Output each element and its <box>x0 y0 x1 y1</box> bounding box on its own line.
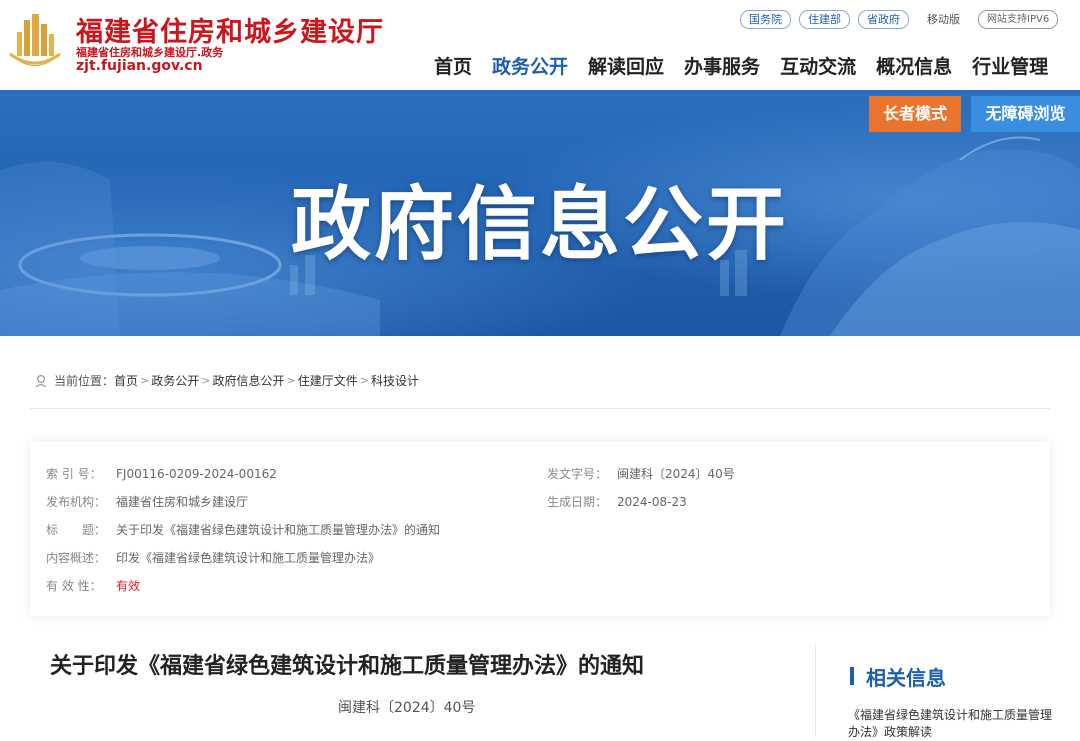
info-org-row: 发布机构： 福建省住房和城乡建设厅 <box>46 493 248 510</box>
info-title-value: 关于印发《福建省绿色建筑设计和施工质量管理办法》的通知 <box>116 523 441 537</box>
info-org-label: 发布机构： <box>46 495 107 509</box>
info-date-row: 生成日期： 2024-08-23 <box>547 493 687 510</box>
breadcrumb-divider <box>30 408 1050 409</box>
related-info-title: 相关信息 <box>866 666 946 690</box>
main-nav: 首页 政务公开 解读回应 办事服务 互动交流 概况信息 行业管理 <box>424 52 1058 82</box>
location-pin-icon <box>35 374 47 388</box>
banner-title: 政府信息公开 <box>291 178 789 271</box>
breadcrumb-separator-icon: > <box>286 374 296 387</box>
nav-item-home[interactable]: 首页 <box>424 52 482 82</box>
breadcrumb-dept-docs[interactable]: 住建厅文件 <box>298 372 358 389</box>
breadcrumb-separator-icon: > <box>140 374 150 387</box>
info-index-value: FJ00116-0209-2024-00162 <box>116 467 277 481</box>
breadcrumb: 当前位置： 首页 > 政务公开 > 政府信息公开 > 住建厅文件 > 科技设计 <box>34 372 419 389</box>
breadcrumb-separator-icon: > <box>359 374 369 387</box>
article-doc-number: 闽建科〔2024〕40号 <box>338 700 476 716</box>
nav-item-interpretation[interactable]: 解读回应 <box>578 52 674 82</box>
info-valid-value: 有效 <box>116 579 141 593</box>
info-valid-row: 有 效 性： 有效 <box>46 577 140 594</box>
nav-item-overview[interactable]: 概况信息 <box>866 52 962 82</box>
info-summary-label: 内容概述： <box>46 551 107 565</box>
info-org-value: 福建省住房和城乡建设厅 <box>116 495 249 509</box>
breadcrumb-separator-icon: > <box>201 374 211 387</box>
breadcrumb-gov-affairs[interactable]: 政务公开 <box>151 372 199 389</box>
info-docno-label: 发文字号： <box>547 467 608 481</box>
info-index-label: 索 引 号： <box>46 467 102 481</box>
banner: 政府信息公开 长者模式 无障碍浏览 <box>0 90 1080 336</box>
related-item-link[interactable]: 《福建省绿色建筑设计和施工质量管理办法》政策解读 <box>848 707 1063 741</box>
site-domain: zjt.fujian.gov.cn <box>76 58 203 74</box>
info-docno-value: 闽建科〔2024〕40号 <box>617 467 735 481</box>
top-links: 国务院 住建部 省政府 移动版 网站支持IPV6 <box>740 9 1059 29</box>
elder-mode-button[interactable]: 长者模式 <box>869 96 961 132</box>
info-summary-value: 印发《福建省绿色建筑设计和施工质量管理办法》 <box>116 551 381 565</box>
nav-item-industry[interactable]: 行业管理 <box>962 52 1058 82</box>
info-valid-label: 有 效 性： <box>46 579 102 593</box>
info-date-value: 2024-08-23 <box>617 495 687 509</box>
nav-item-interaction[interactable]: 互动交流 <box>770 52 866 82</box>
site-header: 福建省住房和城乡建设厅 福建省住房和城乡建设厅.政务 zjt.fujian.go… <box>0 0 1080 90</box>
breadcrumb-tech-design[interactable]: 科技设计 <box>371 372 419 389</box>
info-title-label: 标 题： <box>46 523 107 537</box>
nav-item-gov-affairs[interactable]: 政务公开 <box>482 52 578 82</box>
related-title-marker <box>850 667 854 685</box>
site-logo-icon[interactable] <box>2 10 68 74</box>
ipv6-badge: 网站支持IPV6 <box>978 9 1059 29</box>
breadcrumb-prefix: 当前位置： <box>54 374 115 388</box>
breadcrumb-gov-info[interactable]: 政府信息公开 <box>212 372 284 389</box>
mobile-version-link[interactable]: 移动版 <box>917 11 970 27</box>
nav-item-services[interactable]: 办事服务 <box>674 52 770 82</box>
top-link-mohurd[interactable]: 住建部 <box>799 9 850 29</box>
info-date-label: 生成日期： <box>547 495 608 509</box>
sidebar-divider <box>815 645 816 737</box>
article-title: 关于印发《福建省绿色建筑设计和施工质量管理办法》的通知 <box>50 654 645 679</box>
info-index-row: 索 引 号： FJ00116-0209-2024-00162 <box>46 465 277 482</box>
document-info-card: 索 引 号： FJ00116-0209-2024-00162 发文字号： 闽建科〔2… <box>30 442 1050 616</box>
breadcrumb-home[interactable]: 首页 <box>114 372 138 389</box>
accessible-browse-button[interactable]: 无障碍浏览 <box>971 96 1080 132</box>
info-summary-row: 内容概述： 印发《福建省绿色建筑设计和施工质量管理办法》 <box>46 549 380 566</box>
top-link-state-council[interactable]: 国务院 <box>740 9 791 29</box>
top-link-provincial-gov[interactable]: 省政府 <box>858 9 909 29</box>
info-title-row: 标 题： 关于印发《福建省绿色建筑设计和施工质量管理办法》的通知 <box>46 521 440 538</box>
info-docno-row: 发文字号： 闽建科〔2024〕40号 <box>547 465 735 482</box>
